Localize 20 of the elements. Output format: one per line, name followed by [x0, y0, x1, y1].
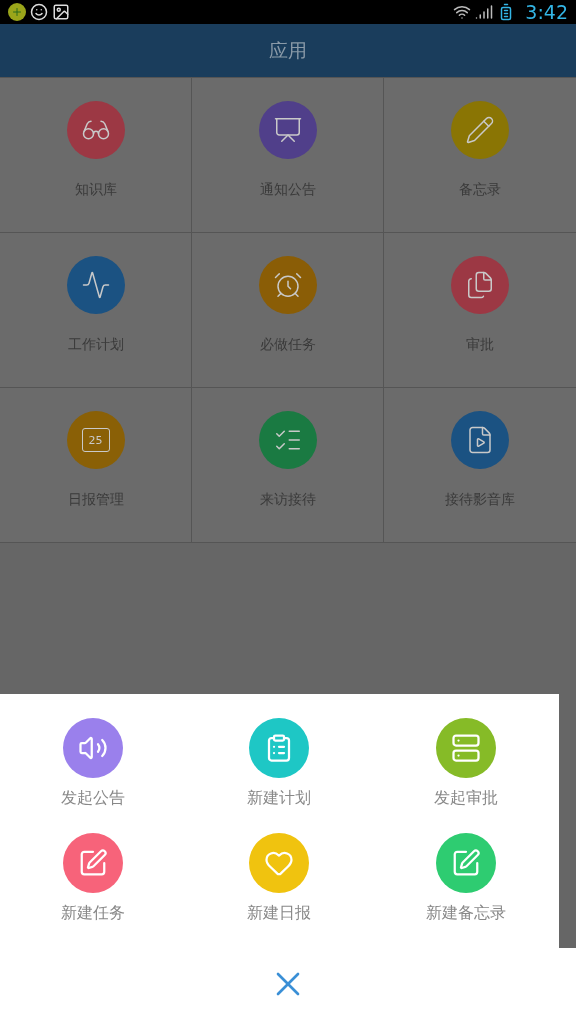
documents-icon: [465, 270, 495, 300]
quick-action-label: 新建日报: [247, 902, 312, 924]
pulse-icon: [80, 270, 111, 300]
quick-action-label: 发起公告: [61, 787, 126, 809]
signal-icon: [475, 3, 494, 21]
quick-action-label: 新建备忘录: [425, 902, 506, 924]
page-title: 应用: [269, 38, 307, 64]
clock-time: 3:42: [525, 2, 568, 22]
quick-action-label: 发起审批: [433, 787, 498, 809]
calendar-icon: 25: [81, 428, 110, 452]
app-notification-icon: [8, 3, 26, 21]
alarm-clock-icon: [272, 270, 303, 300]
smiley-icon: [30, 3, 48, 21]
edit-icon: [78, 848, 109, 878]
quick-action-label: 新建任务: [61, 902, 126, 924]
signboard-icon: [272, 115, 303, 145]
pencil-icon: [465, 115, 495, 145]
image-icon: [52, 3, 70, 21]
quick-action-label: 新建计划: [247, 787, 312, 809]
wifi-icon: [453, 3, 472, 21]
